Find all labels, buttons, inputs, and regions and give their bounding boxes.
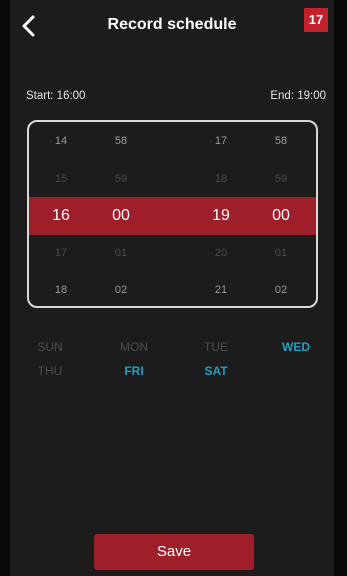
wheel-value: 59 — [274, 173, 288, 185]
wheel-value: 58 — [274, 135, 288, 147]
page-number-badge: 17 — [304, 8, 328, 32]
wheel-value: 01 — [274, 247, 288, 259]
time-picker: 14 15 16 17 18 58 59 00 01 02 17 18 19 2… — [27, 120, 318, 308]
header: Record schedule 17 — [10, 0, 334, 52]
start-time-label: Start: 16:00 — [26, 90, 86, 102]
wheel-value: 59 — [114, 173, 128, 185]
day-toggle-sat[interactable]: SAT — [176, 364, 256, 378]
end-hour-wheel[interactable]: 17 18 19 20 21 — [191, 122, 251, 306]
day-toggle-fri[interactable]: FRI — [94, 364, 174, 378]
time-range-summary: Start: 16:00 End: 19:00 — [26, 90, 326, 106]
page-title: Record schedule — [107, 16, 237, 33]
end-minute-wheel[interactable]: 58 59 00 01 02 — [251, 122, 311, 306]
wheel-value: 02 — [114, 284, 128, 296]
wheel-value-selected: 00 — [272, 207, 290, 224]
day-toggle-mon[interactable]: MON — [94, 340, 174, 354]
wheel-value: 02 — [274, 284, 288, 296]
wheel-value: 17 — [54, 247, 68, 259]
wheel-value: 01 — [114, 247, 128, 259]
day-toggle-wed[interactable]: WED — [256, 340, 334, 354]
record-schedule-screen: Record schedule 17 Start: 16:00 End: 19:… — [10, 0, 334, 576]
wheel-value: 14 — [54, 135, 68, 147]
wheel-value-selected: 00 — [112, 207, 130, 224]
wheel-value: 18 — [214, 173, 228, 185]
end-time-label: End: 19:00 — [270, 90, 326, 102]
wheel-value: 15 — [54, 173, 68, 185]
day-toggle-sun[interactable]: SUN — [10, 340, 90, 354]
weekday-selector: SUN MON TUE WED THU FRI SAT — [10, 340, 334, 390]
start-hour-wheel[interactable]: 14 15 16 17 18 — [31, 122, 91, 306]
wheel-value: 20 — [214, 247, 228, 259]
day-toggle-thu[interactable]: THU — [10, 364, 90, 378]
wheel-value: 58 — [114, 135, 128, 147]
wheel-value: 18 — [54, 284, 68, 296]
start-minute-wheel[interactable]: 58 59 00 01 02 — [91, 122, 151, 306]
day-toggle-tue[interactable]: TUE — [176, 340, 256, 354]
save-button[interactable]: Save — [94, 534, 254, 570]
wheel-value-selected: 19 — [212, 207, 230, 224]
wheel-value: 17 — [214, 135, 228, 147]
wheel-value-selected: 16 — [52, 207, 70, 224]
wheel-value: 21 — [214, 284, 228, 296]
